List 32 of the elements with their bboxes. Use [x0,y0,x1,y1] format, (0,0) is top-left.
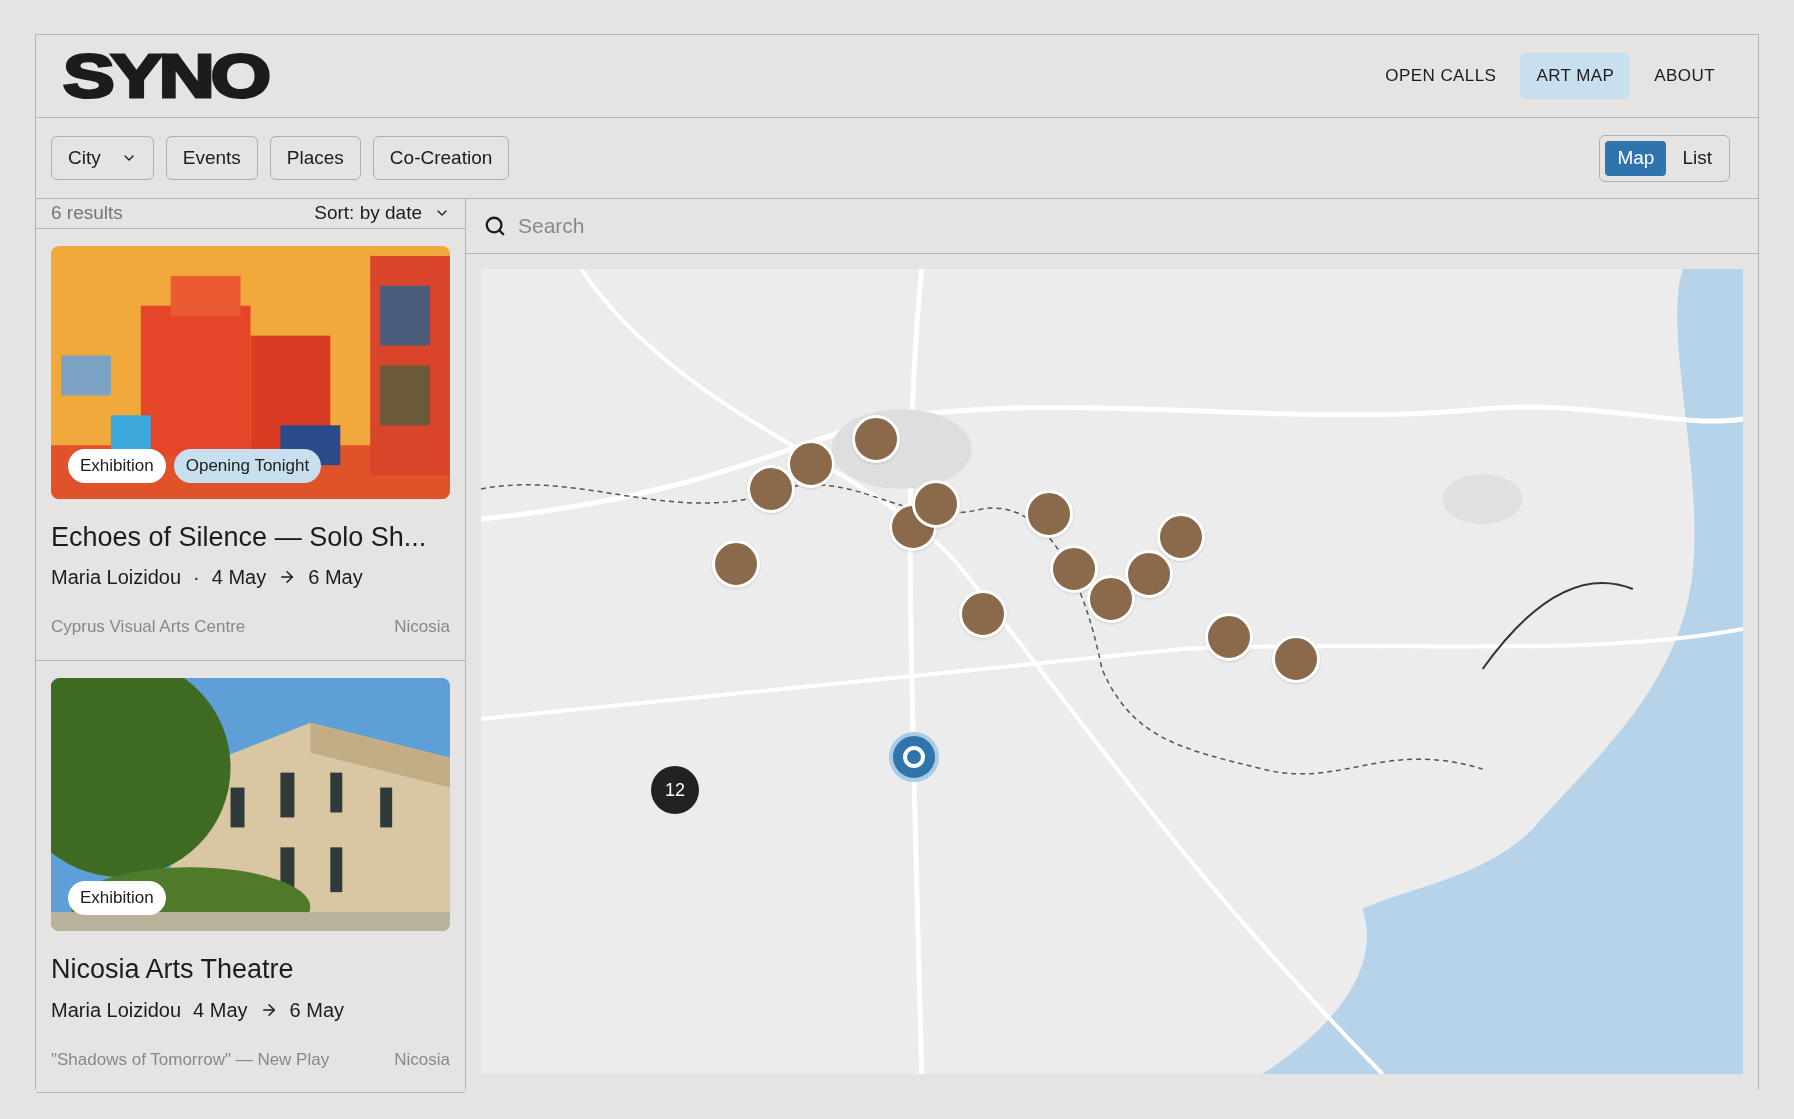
nav-link[interactable]: OPEN CALLS [1369,53,1513,99]
end-date: 6 May [308,565,363,591]
city-dropdown[interactable]: City [51,136,154,180]
filter-button[interactable]: Places [269,136,361,180]
search-field[interactable]: Search [518,210,1740,242]
filter-button[interactable]: Co-Creation [372,136,510,180]
artist-name: Maria Loizidou [51,565,182,591]
event-card[interactable]: Exhibition Nicosia Arts Theatre Maria Loizidou 4 May 6 May "Shadows of Tomorrow" — New Play Nicosia [36,660,465,1093]
event-card[interactable]: Exhibition Opening Tonight Echoes of Silence — Solo Sh... Maria Loizidou · 4 May 6 May Cyprus Visual Arts Centre Nicosia [36,228,465,661]
view-tab[interactable]: Map [1605,140,1667,176]
start-date: 4 May [193,997,248,1023]
results-count: 6 results [51,201,123,225]
city: Nicosia [394,616,450,639]
tag: Exhibition [68,449,166,483]
venue: Cyprus Visual Arts Centre [51,616,246,639]
card-title: Echoes of Silence — Solo Sh... [51,520,428,554]
city: Nicosia [394,1048,450,1071]
tag: Exhibition [68,881,166,915]
end-date: 6 May [289,997,344,1023]
tag: Opening Tonight [173,449,322,483]
logo[interactable]: SYNO [63,45,268,107]
sort-dropdown[interactable]: Sort: by date [314,199,450,228]
venue: "Shadows of Tomorrow" — New Play [51,1048,330,1071]
start-date: 4 May [211,565,267,591]
nav-link[interactable]: ART MAP [1520,53,1631,99]
separator: · [193,565,200,591]
artist-name: Maria Loizidou [51,997,182,1023]
nav-link[interactable]: ABOUT [1638,53,1731,99]
filter-button[interactable]: Events [165,136,258,180]
card-title: Nicosia Arts Theatre [51,952,295,986]
view-tab[interactable]: List [1670,140,1724,176]
search-icon [484,215,506,237]
